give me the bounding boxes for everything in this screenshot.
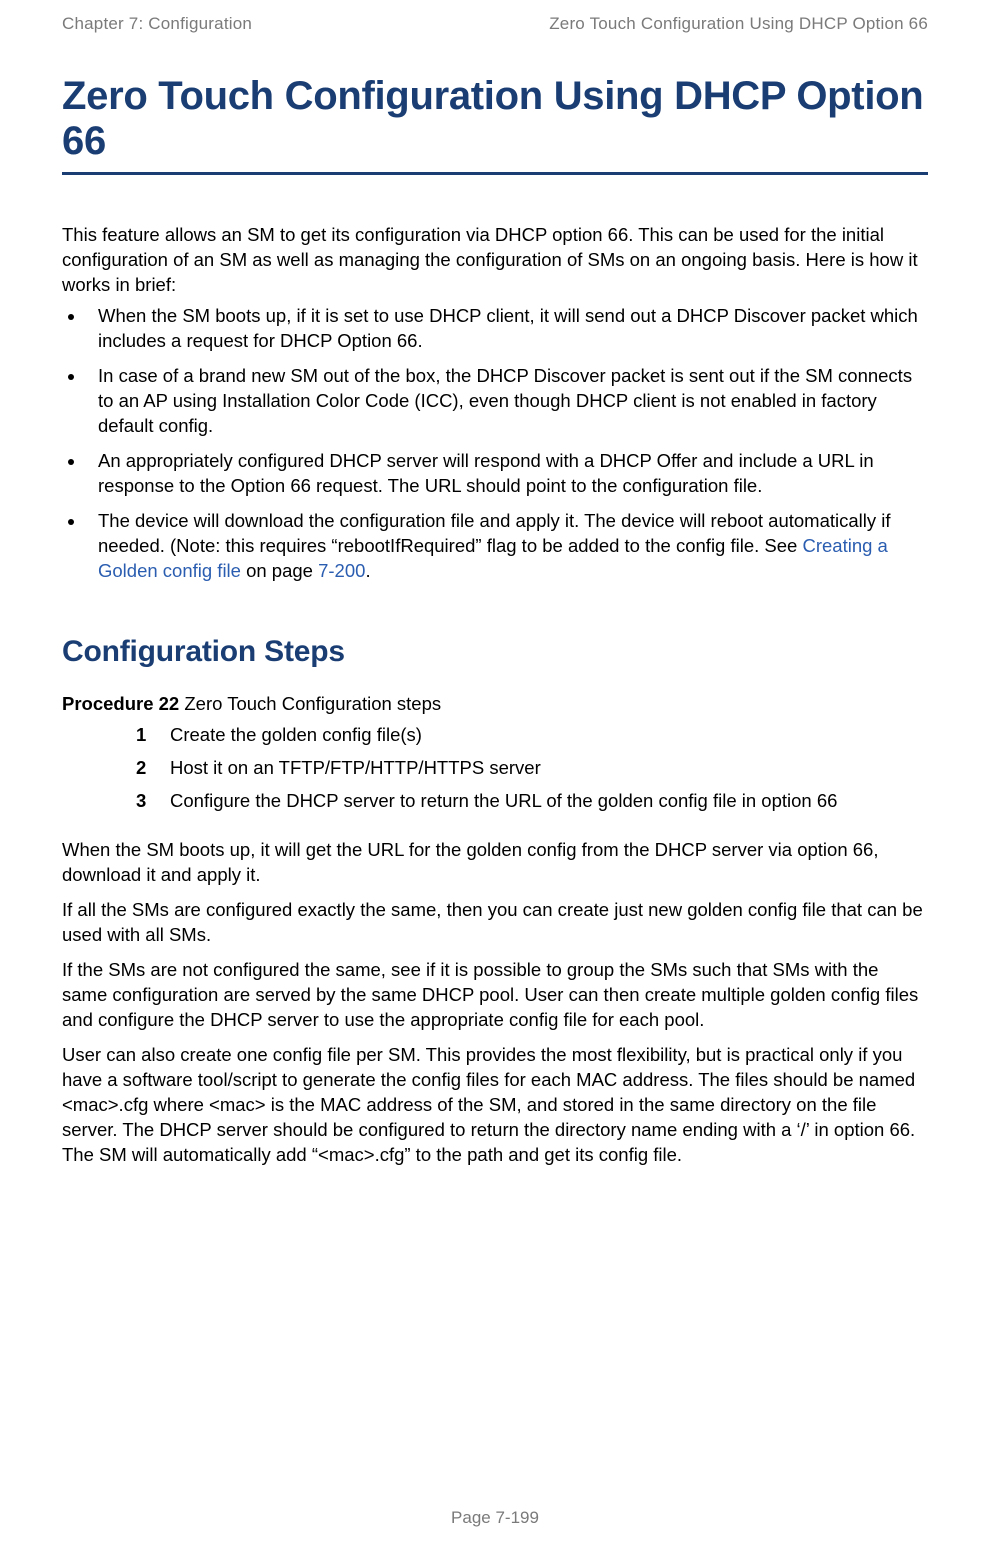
bullet-item: In case of a brand new SM out of the box…	[86, 364, 928, 439]
bullet-text: .	[365, 560, 370, 581]
page-title: Zero Touch Configuration Using DHCP Opti…	[62, 74, 928, 164]
step-text: Configure the DHCP server to return the …	[170, 789, 837, 814]
title-underline	[62, 172, 928, 175]
running-header: Chapter 7: Configuration Zero Touch Conf…	[62, 14, 928, 34]
procedure-steps: 1Create the golden config file(s) 2Host …	[136, 723, 928, 814]
body-paragraph: If the SMs are not configured the same, …	[62, 958, 928, 1033]
step-item: 1Create the golden config file(s)	[136, 723, 928, 748]
page-reference-link[interactable]: 7-200	[318, 560, 365, 581]
bullet-item: When the SM boots up, if it is set to us…	[86, 304, 928, 354]
procedure-label: Procedure 22	[62, 693, 179, 714]
step-text: Host it on an TFTP/FTP/HTTP/HTTPS server	[170, 756, 541, 781]
step-number: 2	[136, 756, 170, 781]
header-section: Zero Touch Configuration Using DHCP Opti…	[549, 14, 928, 34]
page-footer: Page 7-199	[0, 1508, 990, 1528]
bullet-item: The device will download the configurati…	[86, 509, 928, 584]
step-number: 3	[136, 789, 170, 814]
header-chapter: Chapter 7: Configuration	[62, 14, 252, 34]
step-number: 1	[136, 723, 170, 748]
body-paragraph: If all the SMs are configured exactly th…	[62, 898, 928, 948]
step-text: Create the golden config file(s)	[170, 723, 422, 748]
step-item: 2Host it on an TFTP/FTP/HTTP/HTTPS serve…	[136, 756, 928, 781]
bullet-item: An appropriately configured DHCP server …	[86, 449, 928, 499]
body-paragraph: User can also create one config file per…	[62, 1043, 928, 1168]
step-item: 3Configure the DHCP server to return the…	[136, 789, 928, 814]
bullet-text: on page	[241, 560, 318, 581]
bullet-text: The device will download the configurati…	[98, 510, 891, 556]
procedure-heading: Procedure 22 Zero Touch Configuration st…	[62, 692, 928, 717]
feature-bullet-list: When the SM boots up, if it is set to us…	[62, 304, 928, 584]
section-heading: Configuration Steps	[62, 632, 928, 673]
procedure-title: Zero Touch Configuration steps	[179, 693, 441, 714]
intro-paragraph: This feature allows an SM to get its con…	[62, 223, 928, 298]
body-paragraph: When the SM boots up, it will get the UR…	[62, 838, 928, 888]
